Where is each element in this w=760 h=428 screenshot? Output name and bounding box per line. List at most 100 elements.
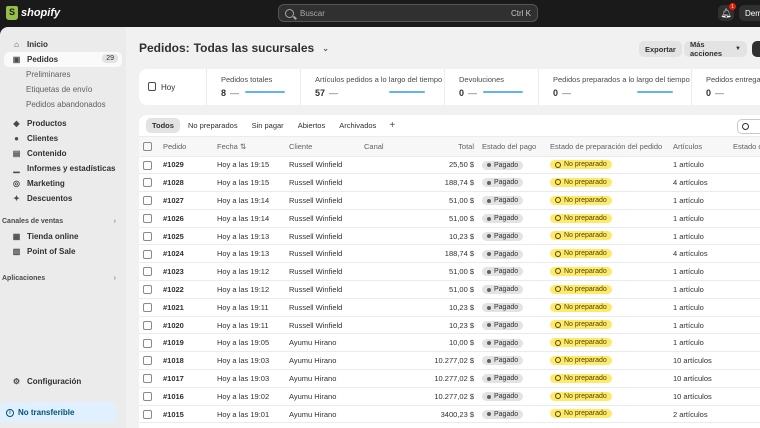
row-checkbox[interactable] xyxy=(143,374,152,384)
table-row[interactable]: #1025 Hoy a las 19:13 Russell Winfield 10,2… xyxy=(139,227,760,246)
sidebar-item-content[interactable]: ▤ Contenido xyxy=(4,146,122,161)
row-checkbox[interactable] xyxy=(143,409,152,419)
row-checkbox[interactable] xyxy=(143,356,152,366)
tab-unpaid[interactable]: Sin pagar xyxy=(246,118,290,133)
table-row[interactable]: #1020 Hoy a las 19:11 Russell Winfield 10,2… xyxy=(139,316,760,335)
fulfillment-status-cell: No preparado xyxy=(546,316,669,335)
table-row[interactable]: #1023 Hoy a las 19:12 Russell Winfield 51,0… xyxy=(139,262,760,282)
column-header-date[interactable]: Fecha ⇅ xyxy=(213,137,285,157)
metric-fulfilled-orders[interactable]: Pedidos preparados a lo largo del tiempo… xyxy=(539,69,692,105)
table-row[interactable]: #1022 Hoy a las 19:12 Russell Winfield 51,0… xyxy=(139,280,760,299)
row-checkbox[interactable] xyxy=(143,196,152,206)
order-number[interactable]: #1022 xyxy=(159,280,213,299)
column-header-channel[interactable]: Canal xyxy=(360,137,400,157)
non-transferable-notice[interactable]: i No transferible xyxy=(0,402,116,423)
order-number[interactable]: #1017 xyxy=(159,369,213,388)
table-row[interactable]: #1021 Hoy a las 19:11 Russell Winfield 10,2… xyxy=(139,298,760,317)
row-checkbox[interactable] xyxy=(143,392,152,402)
table-row[interactable]: #1017 Hoy a las 19:03 Ayumu Hirano 10.277,0… xyxy=(139,369,760,388)
row-checkbox[interactable] xyxy=(143,249,152,259)
row-checkbox[interactable] xyxy=(143,338,152,348)
shopify-logo[interactable]: shopify xyxy=(6,6,60,20)
column-header-fulfillment-status[interactable]: Estado de preparación del pedido xyxy=(546,137,669,157)
order-number[interactable]: #1015 xyxy=(159,405,213,424)
create-order-button[interactable] xyxy=(752,41,760,57)
sidebar-item-customers[interactable]: ● Clientes xyxy=(4,131,122,146)
sidebar-item-online-store[interactable]: ▦ Tienda online xyxy=(4,229,122,244)
order-number[interactable]: #1020 xyxy=(159,316,213,335)
column-header-customer[interactable]: Cliente xyxy=(285,137,360,157)
metric-total-orders[interactable]: Pedidos totales 8— xyxy=(207,69,301,105)
order-number[interactable]: #1029 xyxy=(159,156,213,175)
order-number[interactable]: #1026 xyxy=(159,209,213,228)
order-number[interactable]: #1024 xyxy=(159,244,213,264)
item-count: 10 artículos xyxy=(669,387,729,406)
table-row[interactable]: #1024 Hoy a las 19:13 Russell Winfield 188,… xyxy=(139,244,760,264)
sidebar-item-analytics[interactable]: ▁ Informes y estadísticas xyxy=(4,161,122,176)
order-number[interactable]: #1019 xyxy=(159,333,213,353)
metric-items-ordered[interactable]: Artículos pedidos a lo largo del tiempo … xyxy=(301,69,445,105)
select-all-cell xyxy=(139,137,159,157)
row-checkbox[interactable] xyxy=(143,320,152,330)
export-button[interactable]: Exportar xyxy=(639,41,682,57)
sidebar-item-point-of-sale[interactable]: ▧ Point of Sale xyxy=(4,244,122,259)
sidebar-item-discounts[interactable]: ✦ Descuentos xyxy=(4,191,122,206)
tab-unfulfilled[interactable]: No preparados xyxy=(182,118,244,133)
column-header-items[interactable]: Artículos xyxy=(669,137,729,157)
sidebar-subitem-abandoned[interactable]: Pedidos abandonados xyxy=(4,97,122,112)
order-number[interactable]: #1027 xyxy=(159,191,213,210)
table-row[interactable]: #1027 Hoy a las 19:14 Russell Winfield 51,0… xyxy=(139,191,760,210)
table-row[interactable]: #1026 Hoy a las 19:14 Russell Winfield 51,0… xyxy=(139,209,760,228)
order-number[interactable]: #1023 xyxy=(159,262,213,282)
column-header-payment-status[interactable]: Estado del pago xyxy=(478,137,546,157)
add-view-icon[interactable]: + xyxy=(384,120,400,131)
search-bar[interactable]: Buscar Ctrl K xyxy=(278,4,538,22)
order-number[interactable]: #1016 xyxy=(159,387,213,406)
metric-returns[interactable]: Devoluciones 0— xyxy=(445,69,539,105)
more-actions-button[interactable]: Más acciones ▼ xyxy=(684,40,747,58)
column-header-total[interactable]: Total xyxy=(400,137,478,157)
notifications-button[interactable]: 🔔︎ 1 xyxy=(718,3,736,21)
sales-channels-section[interactable]: Canales de ventas › xyxy=(0,214,126,229)
row-checkbox[interactable] xyxy=(143,214,152,224)
row-checkbox[interactable] xyxy=(143,267,152,277)
sidebar-item-home[interactable]: ⌂ Inicio xyxy=(4,37,122,52)
row-checkbox[interactable] xyxy=(143,285,152,295)
column-header-delivery-status[interactable]: Estado de la entre xyxy=(729,137,760,157)
sidebar-subitem-shipping-labels[interactable]: Etiquetas de envío xyxy=(4,82,122,97)
tab-all[interactable]: Todos xyxy=(146,118,180,133)
table-row[interactable]: #1016 Hoy a las 19:02 Ayumu Hirano 10.277,0… xyxy=(139,387,760,406)
row-checkbox[interactable] xyxy=(143,160,152,170)
table-row[interactable]: #1015 Hoy a las 19:01 Ayumu Hirano 3400,23 … xyxy=(139,405,760,424)
order-number[interactable]: #1025 xyxy=(159,227,213,246)
order-number[interactable]: #1018 xyxy=(159,351,213,371)
table-row[interactable]: #1029 Hoy a las 19:15 Russell Winfield 25,5… xyxy=(139,156,760,175)
sidebar-item-settings[interactable]: ⚙ Configuración xyxy=(4,374,122,389)
page-title[interactable]: Pedidos: Todas las sucursales ⌄ xyxy=(139,41,329,55)
select-all-checkbox[interactable] xyxy=(143,142,152,151)
row-checkbox[interactable] xyxy=(143,303,152,313)
date-range-picker[interactable]: Hoy xyxy=(139,69,207,105)
item-count: 1 artículo xyxy=(669,227,729,246)
order-number[interactable]: #1028 xyxy=(159,173,213,193)
tab-archived[interactable]: Archivados xyxy=(333,118,382,133)
apps-section[interactable]: Aplicaciones › xyxy=(0,271,126,286)
row-checkbox[interactable] xyxy=(143,231,152,241)
sales-channel xyxy=(360,227,400,246)
order-total: 10,00 $ xyxy=(400,333,478,353)
row-checkbox[interactable] xyxy=(143,178,152,188)
table-row[interactable]: #1018 Hoy a las 19:03 Ayumu Hirano 10.277,0… xyxy=(139,351,760,371)
column-header-order[interactable]: Pedido xyxy=(159,137,213,157)
sidebar-item-marketing[interactable]: ◎ Marketing xyxy=(4,176,122,191)
table-row[interactable]: #1028 Hoy a las 19:15 Russell Winfield 188,… xyxy=(139,173,760,193)
table-row[interactable]: #1019 Hoy a las 19:05 Ayumu Hirano 10,00 $ P… xyxy=(139,333,760,353)
tab-open[interactable]: Abiertos xyxy=(292,118,332,133)
sidebar-subitem-drafts[interactable]: Preliminares xyxy=(4,67,122,82)
sidebar-item-products[interactable]: ◆ Productos xyxy=(4,116,122,131)
order-number[interactable]: #1021 xyxy=(159,298,213,317)
search-filter-button[interactable] xyxy=(737,119,760,134)
store-menu-button[interactable]: Dem xyxy=(739,5,760,21)
sidebar-item-orders[interactable]: ▣ Pedidos 29 xyxy=(4,52,122,67)
metric-delivered-orders[interactable]: Pedidos entregad 0— xyxy=(692,69,760,105)
pos-icon: ▧ xyxy=(12,247,21,256)
